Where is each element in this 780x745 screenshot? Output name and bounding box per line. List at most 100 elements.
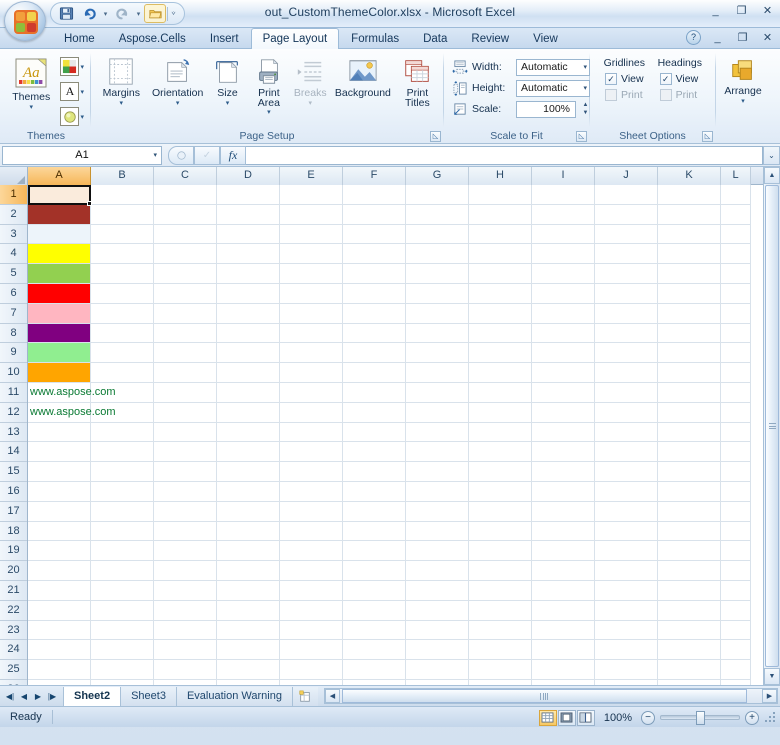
row-header-14[interactable]: 14 — [0, 442, 27, 462]
row-header-10[interactable]: 10 — [0, 363, 27, 383]
cell-f13[interactable] — [343, 423, 406, 443]
cell-g13[interactable] — [406, 423, 469, 443]
gridlines-view-option[interactable]: ✓ View — [603, 72, 646, 86]
cell-k2[interactable] — [658, 205, 721, 225]
cell-b7[interactable] — [91, 304, 154, 324]
cell-g24[interactable] — [406, 640, 469, 660]
cell-d6[interactable] — [217, 284, 280, 304]
zoom-slider-thumb[interactable] — [696, 711, 705, 725]
cell-e11[interactable] — [280, 383, 343, 403]
cell-b2[interactable] — [91, 205, 154, 225]
headings-print-option[interactable]: Print — [658, 88, 702, 102]
cell-c13[interactable] — [154, 423, 217, 443]
cell-g9[interactable] — [406, 343, 469, 363]
cell-k25[interactable] — [658, 660, 721, 680]
name-box[interactable]: A1 ▾ — [2, 146, 162, 165]
cell-k4[interactable] — [658, 244, 721, 264]
cell-i7[interactable] — [532, 304, 595, 324]
cell-e25[interactable] — [280, 660, 343, 680]
cell-d16[interactable] — [217, 482, 280, 502]
cell-e15[interactable] — [280, 462, 343, 482]
cell-j15[interactable] — [595, 462, 658, 482]
cell-e6[interactable] — [280, 284, 343, 304]
row-header-17[interactable]: 17 — [0, 502, 27, 522]
cell-h3[interactable] — [469, 225, 532, 245]
cell-k24[interactable] — [658, 640, 721, 660]
zoom-slider[interactable] — [660, 711, 740, 725]
cell-f6[interactable] — [343, 284, 406, 304]
cell-f10[interactable] — [343, 363, 406, 383]
cell-b19[interactable] — [91, 541, 154, 561]
page-layout-view-button[interactable] — [558, 710, 576, 726]
scroll-up-button[interactable]: ▲ — [764, 167, 780, 184]
cell-k12[interactable] — [658, 403, 721, 423]
cell-e3[interactable] — [280, 225, 343, 245]
cell-h16[interactable] — [469, 482, 532, 502]
cell-g20[interactable] — [406, 561, 469, 581]
cell-i24[interactable] — [532, 640, 595, 660]
cell-d12[interactable] — [217, 403, 280, 423]
cell-d15[interactable] — [217, 462, 280, 482]
width-dropdown[interactable]: Automatic ▾ — [516, 59, 590, 76]
cell-f15[interactable] — [343, 462, 406, 482]
cell-e1[interactable] — [280, 185, 343, 205]
cell-d21[interactable] — [217, 581, 280, 601]
themes-button[interactable]: Aa Themes ▾ — [6, 54, 56, 114]
width-dropdown-icon[interactable]: ▾ — [581, 63, 587, 71]
row-header-4[interactable]: 4 — [0, 244, 27, 264]
cell-g18[interactable] — [406, 522, 469, 542]
cell-f18[interactable] — [343, 522, 406, 542]
cell-k5[interactable] — [658, 264, 721, 284]
cell-g16[interactable] — [406, 482, 469, 502]
cell-e19[interactable] — [280, 541, 343, 561]
cell-b22[interactable] — [91, 601, 154, 621]
cell-k13[interactable] — [658, 423, 721, 443]
row-header-5[interactable]: 5 — [0, 264, 27, 284]
cell-d13[interactable] — [217, 423, 280, 443]
cell-g25[interactable] — [406, 660, 469, 680]
next-sheet-button[interactable]: ▶ — [32, 689, 44, 703]
cell-i9[interactable] — [532, 343, 595, 363]
cell-k21[interactable] — [658, 581, 721, 601]
cell-g8[interactable] — [406, 324, 469, 344]
cell-f8[interactable] — [343, 324, 406, 344]
cell-g22[interactable] — [406, 601, 469, 621]
print-area-dropdown-icon[interactable]: ▾ — [267, 109, 271, 116]
cell-b8[interactable] — [91, 324, 154, 344]
column-header-e[interactable]: E — [280, 167, 343, 185]
margins-button[interactable]: Margins ▾ — [95, 54, 148, 110]
cell-f2[interactable] — [343, 205, 406, 225]
cell-k15[interactable] — [658, 462, 721, 482]
cell-l14[interactable] — [721, 442, 751, 462]
size-dropdown-icon[interactable]: ▾ — [226, 100, 230, 107]
cell-a9[interactable] — [28, 343, 91, 363]
row-header-9[interactable]: 9 — [0, 343, 27, 363]
cell-k14[interactable] — [658, 442, 721, 462]
cell-l15[interactable] — [721, 462, 751, 482]
cell-h1[interactable] — [469, 185, 532, 205]
cell-a14[interactable] — [28, 442, 91, 462]
cell-c8[interactable] — [154, 324, 217, 344]
cell-j19[interactable] — [595, 541, 658, 561]
cell-d2[interactable] — [217, 205, 280, 225]
cell-k16[interactable] — [658, 482, 721, 502]
tab-insert[interactable]: Insert — [198, 28, 251, 48]
cell-b16[interactable] — [91, 482, 154, 502]
arrange-dropdown-icon[interactable]: ▾ — [741, 98, 745, 105]
height-dropdown-icon[interactable]: ▾ — [581, 84, 587, 92]
cell-j24[interactable] — [595, 640, 658, 660]
row-header-3[interactable]: 3 — [0, 225, 27, 245]
cell-g15[interactable] — [406, 462, 469, 482]
cell-e23[interactable] — [280, 621, 343, 641]
cell-d1[interactable] — [217, 185, 280, 205]
theme-effects-dropdown-icon[interactable]: ▾ — [80, 113, 84, 121]
cell-l22[interactable] — [721, 601, 751, 621]
cell-a11[interactable]: www.aspose.com — [28, 383, 91, 403]
zoom-out-button[interactable]: − — [641, 711, 655, 725]
cell-h2[interactable] — [469, 205, 532, 225]
column-header-j[interactable]: J — [595, 167, 658, 185]
cell-j17[interactable] — [595, 502, 658, 522]
row-header-1[interactable]: 1 — [0, 185, 27, 205]
cell-g17[interactable] — [406, 502, 469, 522]
last-sheet-button[interactable]: |▶ — [46, 689, 58, 703]
